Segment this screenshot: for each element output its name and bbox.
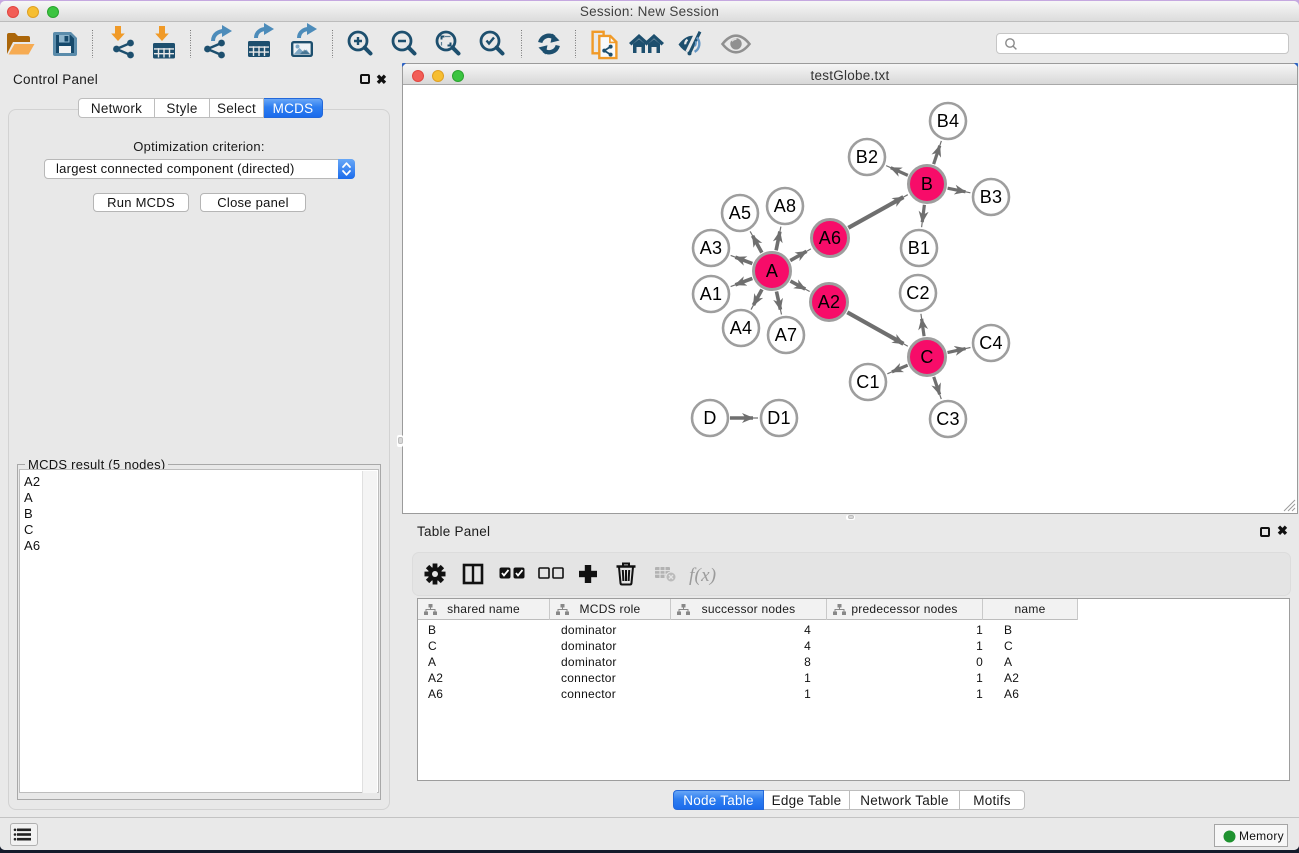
svg-text:f(x): f(x)	[689, 565, 716, 586]
svg-text:B4: B4	[937, 111, 960, 131]
svg-text:A5: A5	[729, 203, 752, 223]
svg-text:A8: A8	[774, 196, 797, 216]
svg-text:A4: A4	[730, 318, 753, 338]
svg-text:B: B	[921, 174, 933, 194]
svg-text:C2: C2	[906, 283, 930, 303]
svg-text:A6: A6	[819, 228, 842, 248]
svg-text:D: D	[703, 408, 716, 428]
svg-text:A3: A3	[700, 238, 723, 258]
svg-text:D1: D1	[767, 408, 791, 428]
svg-text:C3: C3	[936, 409, 960, 429]
svg-text:A: A	[766, 261, 778, 281]
svg-text:B3: B3	[980, 187, 1003, 207]
svg-text:A7: A7	[775, 325, 798, 345]
svg-text:A1: A1	[700, 284, 723, 304]
svg-text:A2: A2	[818, 292, 841, 312]
svg-text:C1: C1	[856, 372, 880, 392]
svg-text:C4: C4	[979, 333, 1003, 353]
svg-text:C: C	[920, 347, 933, 367]
svg-text:B2: B2	[856, 147, 879, 167]
svg-text:B1: B1	[908, 238, 931, 258]
